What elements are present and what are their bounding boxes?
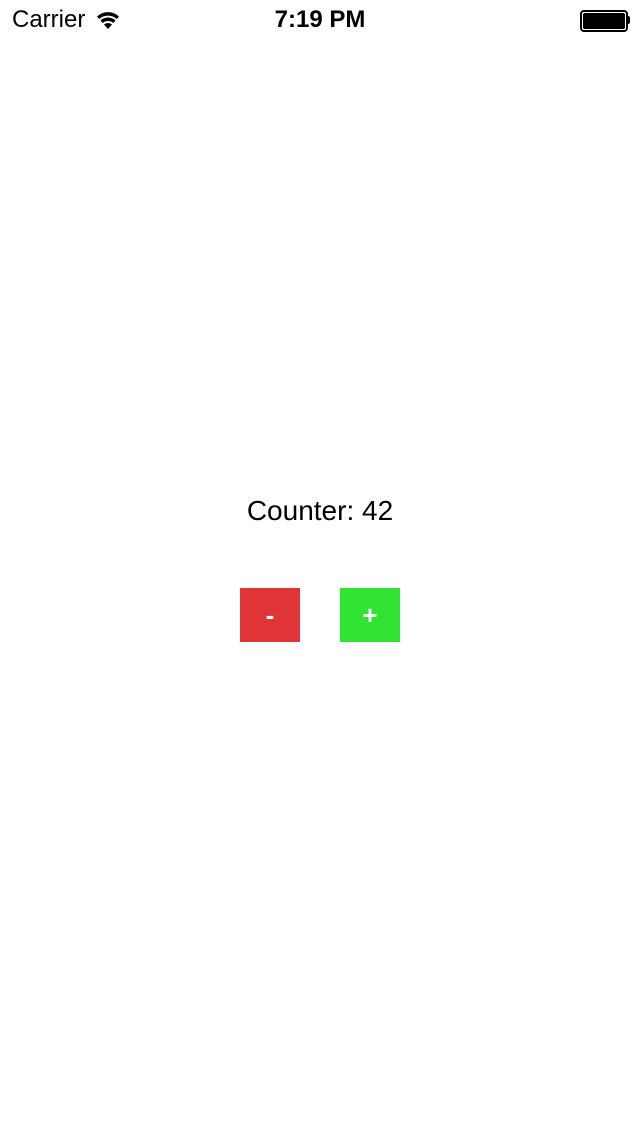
battery-body (580, 10, 628, 32)
decrement-button[interactable]: - (240, 588, 300, 642)
battery-fill (583, 13, 625, 29)
increment-button[interactable]: + (340, 588, 400, 642)
battery-tip (627, 16, 630, 24)
counter-label: Counter: 42 (246, 495, 394, 526)
status-bar: Carrier 7:19 PM (0, 0, 640, 40)
battery-icon (580, 10, 630, 32)
status-time: 7:19 PM (274, 6, 366, 33)
